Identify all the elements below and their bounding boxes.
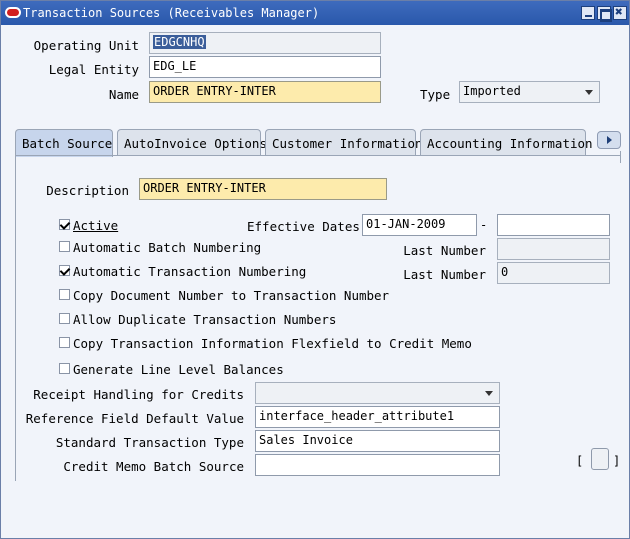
minimize-icon[interactable] <box>581 6 595 20</box>
date-range-separator: - <box>480 218 488 232</box>
name-label: Name <box>108 87 139 102</box>
receipt-handling-select[interactable] <box>255 382 500 404</box>
receipt-handling-label: Receipt Handling for Credits <box>33 387 244 402</box>
effective-date-from[interactable]: 01-JAN-2009 <box>362 214 477 236</box>
close-icon[interactable] <box>613 5 627 20</box>
tab-autoinvoice-options[interactable]: AutoInvoice Options <box>117 129 267 155</box>
allow-duplicate-label: Allow Duplicate Transaction Numbers <box>73 312 337 327</box>
copy-flexfield-checkbox[interactable] <box>59 337 70 348</box>
tab-scroll-right-icon[interactable] <box>597 131 621 149</box>
effective-dates-label: Effective Dates <box>247 219 360 234</box>
panel-edge <box>617 151 621 163</box>
standard-trx-type-input[interactable]: Sales Invoice <box>255 430 500 452</box>
tab-customer-information[interactable]: Customer Information <box>265 129 423 155</box>
reference-field-input[interactable]: interface_header_attribute1 <box>255 406 500 428</box>
auto-batch-numbering-checkbox[interactable] <box>59 241 70 252</box>
description-field[interactable]: ORDER ENTRY-INTER <box>139 178 387 200</box>
legal-entity-field[interactable]: EDG_LE <box>149 56 381 78</box>
description-label: Description <box>46 183 129 198</box>
type-label: Type <box>420 87 451 102</box>
operating-unit-field[interactable]: EDGCNHQ <box>149 32 381 54</box>
last-number-trx-label: Last Number <box>403 267 486 282</box>
type-select[interactable]: Imported <box>459 81 600 103</box>
title-bar[interactable]: Transaction Sources (Receivables Manager… <box>1 1 629 25</box>
legal-entity-label: Legal Entity <box>48 62 139 77</box>
window-title: Transaction Sources (Receivables Manager… <box>23 6 320 20</box>
oracle-logo-icon <box>5 7 21 18</box>
operating-unit-label: Operating Unit <box>33 38 139 53</box>
last-number-batch-label: Last Number <box>403 243 486 258</box>
maximize-icon[interactable] <box>597 6 612 22</box>
name-field[interactable]: ORDER ENTRY-INTER <box>149 81 381 103</box>
dff-close-bracket: ] <box>613 454 621 468</box>
line-level-balances-checkbox[interactable] <box>59 363 70 374</box>
copy-doc-number-label: Copy Document Number to Transaction Numb… <box>73 288 390 303</box>
credit-memo-batch-source-input[interactable] <box>255 454 500 476</box>
copy-doc-number-checkbox[interactable] <box>59 289 70 300</box>
operating-unit-value: EDGCNHQ <box>153 35 206 49</box>
reference-field-label: Reference Field Default Value <box>25 411 244 426</box>
transaction-sources-window: Transaction Sources (Receivables Manager… <box>0 0 630 539</box>
last-number-trx-field[interactable]: 0 <box>497 262 610 284</box>
effective-date-to[interactable] <box>497 214 610 236</box>
last-number-batch-field[interactable] <box>497 238 610 260</box>
active-checkbox[interactable] <box>59 219 70 230</box>
allow-duplicate-checkbox[interactable] <box>59 313 70 324</box>
standard-trx-type-label: Standard Transaction Type <box>55 435 244 450</box>
tab-accounting-information[interactable]: Accounting Information <box>420 129 593 155</box>
auto-trx-numbering-checkbox[interactable] <box>59 265 70 276</box>
credit-memo-batch-source-label: Credit Memo Batch Source <box>63 459 244 474</box>
active-label: Active <box>73 218 119 233</box>
auto-trx-numbering-label: Automatic Transaction Numbering <box>73 264 307 279</box>
line-level-balances-label: Generate Line Level Balances <box>73 362 284 377</box>
tab-batch-source[interactable]: Batch Source <box>15 129 113 157</box>
copy-flexfield-label: Copy Transaction Information Flexfield t… <box>73 336 472 351</box>
dff-open-bracket: [ <box>576 454 584 468</box>
auto-batch-numbering-label: Automatic Batch Numbering <box>73 240 262 255</box>
descriptive-flexfield-button[interactable] <box>591 448 609 470</box>
